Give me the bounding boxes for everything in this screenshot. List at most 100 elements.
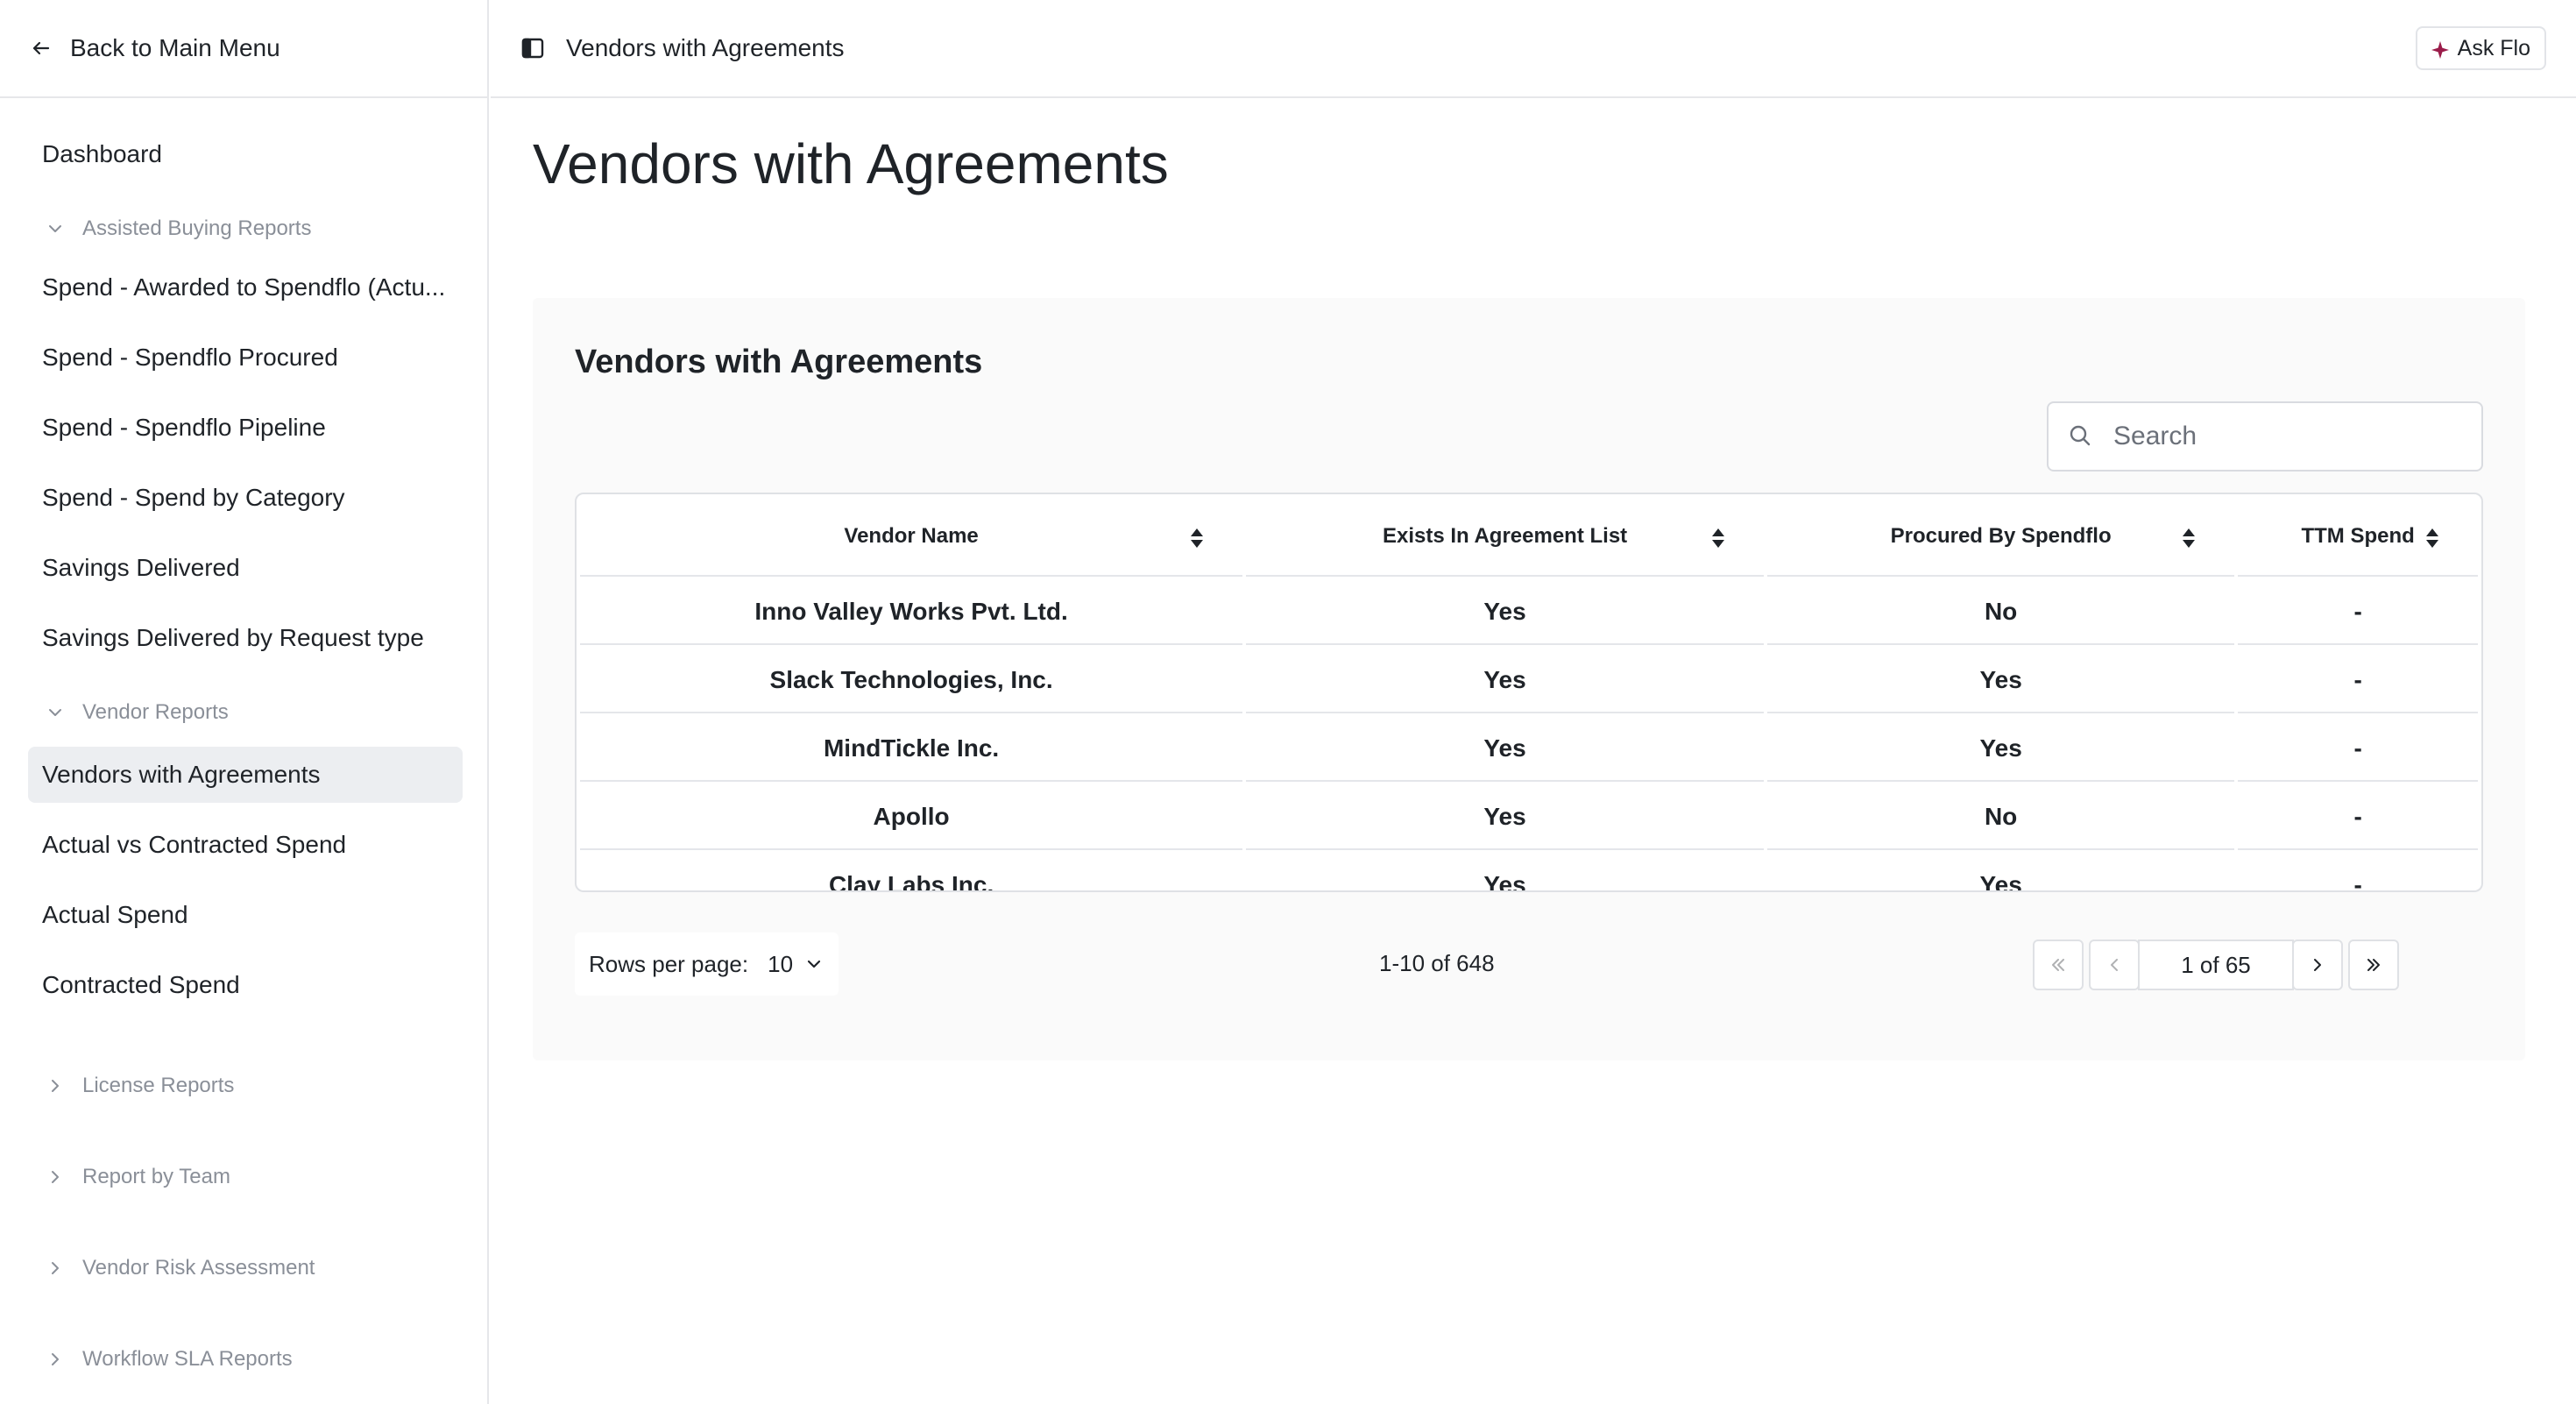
- top-bar: Vendors with Agreements Ask Flo: [491, 0, 2576, 98]
- back-label: Back to Main Menu: [70, 34, 280, 61]
- column-header-procured-by-spendflo[interactable]: Procured By Spendflo: [1766, 498, 2235, 577]
- breadcrumb: Vendors with Agreements: [566, 34, 845, 61]
- cell-procured-by-spendflo: Yes: [1767, 854, 2234, 890]
- ask-flo-button[interactable]: Ask Flo: [2415, 26, 2546, 70]
- sidebar-item-actual-vs-contracted[interactable]: Actual vs Contracted Spend: [28, 817, 463, 873]
- sort-icon[interactable]: [2425, 528, 2439, 549]
- rows-per-page-label: Rows per page:: [589, 950, 749, 977]
- column-label: Exists In Agreement List: [1382, 524, 1628, 548]
- sort-icon[interactable]: [1190, 528, 1204, 549]
- cell-procured-by-spendflo: Yes: [1766, 717, 2235, 782]
- column-header-vendor-name[interactable]: Vendor Name: [580, 498, 1243, 577]
- cell-exists-in-agreement: Yes: [1246, 854, 1764, 890]
- sidebar-item-contracted-spend[interactable]: Contracted Spend: [28, 957, 463, 1013]
- cell-procured-by-spendflo: No: [1766, 580, 2235, 645]
- cell-exists-in-agreement: Yes: [1246, 580, 1764, 645]
- pagination-controls: 1 of 65: [2033, 940, 2404, 990]
- results-range: 1-10 of 648: [1379, 950, 1495, 976]
- chevron-right-icon: [46, 1259, 65, 1278]
- previous-page-button[interactable]: [2089, 940, 2140, 990]
- chevron-right-icon: [2314, 959, 2321, 971]
- cell-exists-in-agreement: Yes: [1246, 785, 1764, 850]
- sidebar-item-spend-category[interactable]: Spend - Spend by Category: [28, 470, 463, 526]
- sidebar: Back to Main Menu Dashboard Assisted Buy…: [0, 0, 489, 1404]
- cell-vendor-name: Inno Valley Works Pvt. Ltd.: [580, 580, 1243, 645]
- sidebar-toggle-icon[interactable]: [520, 36, 545, 60]
- group-label: Vendor Reports: [82, 700, 229, 724]
- column-header-exists-in-agreement-list[interactable]: Exists In Agreement List: [1246, 498, 1764, 577]
- sidebar-menu: Dashboard Assisted Buying Reports Spend …: [0, 98, 487, 1386]
- ask-flo-label: Ask Flo: [2457, 35, 2530, 60]
- table-header-row: Vendor Name Exists In Agreement List Pro…: [580, 498, 2478, 577]
- group-vendor-reports[interactable]: Vendor Reports: [28, 685, 459, 740]
- group-label: Assisted Buying Reports: [82, 216, 312, 240]
- double-chevron-left-icon: [2052, 959, 2064, 971]
- column-label: Procured By Spendflo: [1890, 524, 2112, 548]
- sidebar-item-spend-procured[interactable]: Spend - Spendflo Procured: [28, 330, 463, 386]
- group-workflow-sla-reports[interactable]: Workflow SLA Reports: [28, 1332, 459, 1386]
- sidebar-item-spend-pipeline[interactable]: Spend - Spendflo Pipeline: [28, 400, 463, 456]
- sidebar-item-actual-spend[interactable]: Actual Spend: [28, 887, 463, 943]
- last-page-button[interactable]: [2348, 940, 2399, 990]
- cell-procured-by-spendflo: Yes: [1766, 649, 2235, 713]
- chevron-down-icon: [46, 219, 65, 238]
- sort-icon[interactable]: [1711, 528, 1725, 549]
- table-row: MindTickle Inc. Yes Yes -: [580, 717, 2478, 782]
- card-title: Vendors with Agreements: [575, 344, 983, 380]
- group-assisted-buying-reports[interactable]: Assisted Buying Reports: [28, 202, 459, 256]
- page-indicator: 1 of 65: [2138, 940, 2294, 990]
- arrow-left-icon: [28, 35, 54, 61]
- group-label: License Reports: [82, 1074, 235, 1097]
- chevron-down-icon: [46, 703, 65, 722]
- group-vendor-risk-assessment[interactable]: Vendor Risk Assessment: [28, 1241, 459, 1295]
- chevron-left-icon: [2111, 959, 2118, 971]
- double-chevron-right-icon: [2367, 959, 2380, 971]
- rows-per-page-select[interactable]: 10: [768, 951, 793, 978]
- first-page-button[interactable]: [2033, 940, 2084, 990]
- cell-ttm-spend: -: [2238, 785, 2478, 850]
- cell-ttm-spend: -: [2238, 580, 2478, 645]
- chevron-right-icon: [46, 1350, 65, 1369]
- vendors-table: Vendor Name Exists In Agreement List Pro…: [575, 493, 2483, 892]
- table-row: Apollo Yes No -: [580, 785, 2478, 850]
- sidebar-item-vendors-with-agreements[interactable]: Vendors with Agreements: [28, 747, 463, 803]
- group-report-by-team[interactable]: Report by Team: [28, 1150, 459, 1204]
- group-label: Report by Team: [82, 1165, 230, 1188]
- cell-vendor-name: MindTickle Inc.: [580, 717, 1243, 782]
- cell-exists-in-agreement: Yes: [1246, 717, 1764, 782]
- cell-ttm-spend: -: [2238, 717, 2478, 782]
- rows-per-page: Rows per page: 10: [575, 932, 839, 996]
- column-header-ttm-spend[interactable]: TTM Spend: [2238, 498, 2478, 577]
- group-label: Workflow SLA Reports: [82, 1347, 293, 1371]
- page-title: Vendors with Agreements: [533, 132, 1169, 195]
- chevron-right-icon: [46, 1167, 65, 1187]
- table-row: Slack Technologies, Inc. Yes Yes -: [580, 649, 2478, 713]
- report-card: Vendors with Agreements Vendor Name Exis…: [533, 298, 2525, 1060]
- group-license-reports[interactable]: License Reports: [28, 1059, 459, 1113]
- cell-exists-in-agreement: Yes: [1246, 649, 1764, 713]
- table-row: Inno Valley Works Pvt. Ltd. Yes No -: [580, 580, 2478, 645]
- search-input[interactable]: [2113, 422, 2464, 451]
- cell-vendor-name: Slack Technologies, Inc.: [580, 649, 1243, 713]
- back-to-main-menu[interactable]: Back to Main Menu: [0, 0, 487, 98]
- cell-vendor-name: Apollo: [580, 785, 1243, 850]
- search-icon: [2068, 423, 2094, 450]
- next-page-button[interactable]: [2292, 940, 2343, 990]
- cell-procured-by-spendflo: No: [1766, 785, 2235, 850]
- sidebar-item-savings-delivered[interactable]: Savings Delivered: [28, 540, 463, 596]
- search-box: [2047, 401, 2483, 472]
- chevron-down-icon[interactable]: [803, 954, 824, 975]
- sort-icon[interactable]: [2182, 528, 2196, 549]
- table-row: Clay Labs Inc. Yes Yes -: [580, 854, 2478, 890]
- column-label: TTM Spend: [2301, 524, 2415, 548]
- cell-ttm-spend: -: [2238, 854, 2478, 890]
- cell-ttm-spend: -: [2238, 649, 2478, 713]
- cell-vendor-name: Clay Labs Inc.: [580, 854, 1242, 890]
- chevron-right-icon: [46, 1076, 65, 1096]
- sparkle-icon: [2431, 39, 2449, 59]
- sidebar-item-savings-by-request-type[interactable]: Savings Delivered by Request type: [28, 610, 463, 666]
- group-label: Vendor Risk Assessment: [82, 1256, 315, 1280]
- sidebar-item-spend-awarded[interactable]: Spend - Awarded to Spendflo (Actu...: [28, 259, 463, 316]
- column-label: Vendor Name: [844, 524, 979, 548]
- sidebar-item-dashboard[interactable]: Dashboard: [28, 126, 463, 182]
